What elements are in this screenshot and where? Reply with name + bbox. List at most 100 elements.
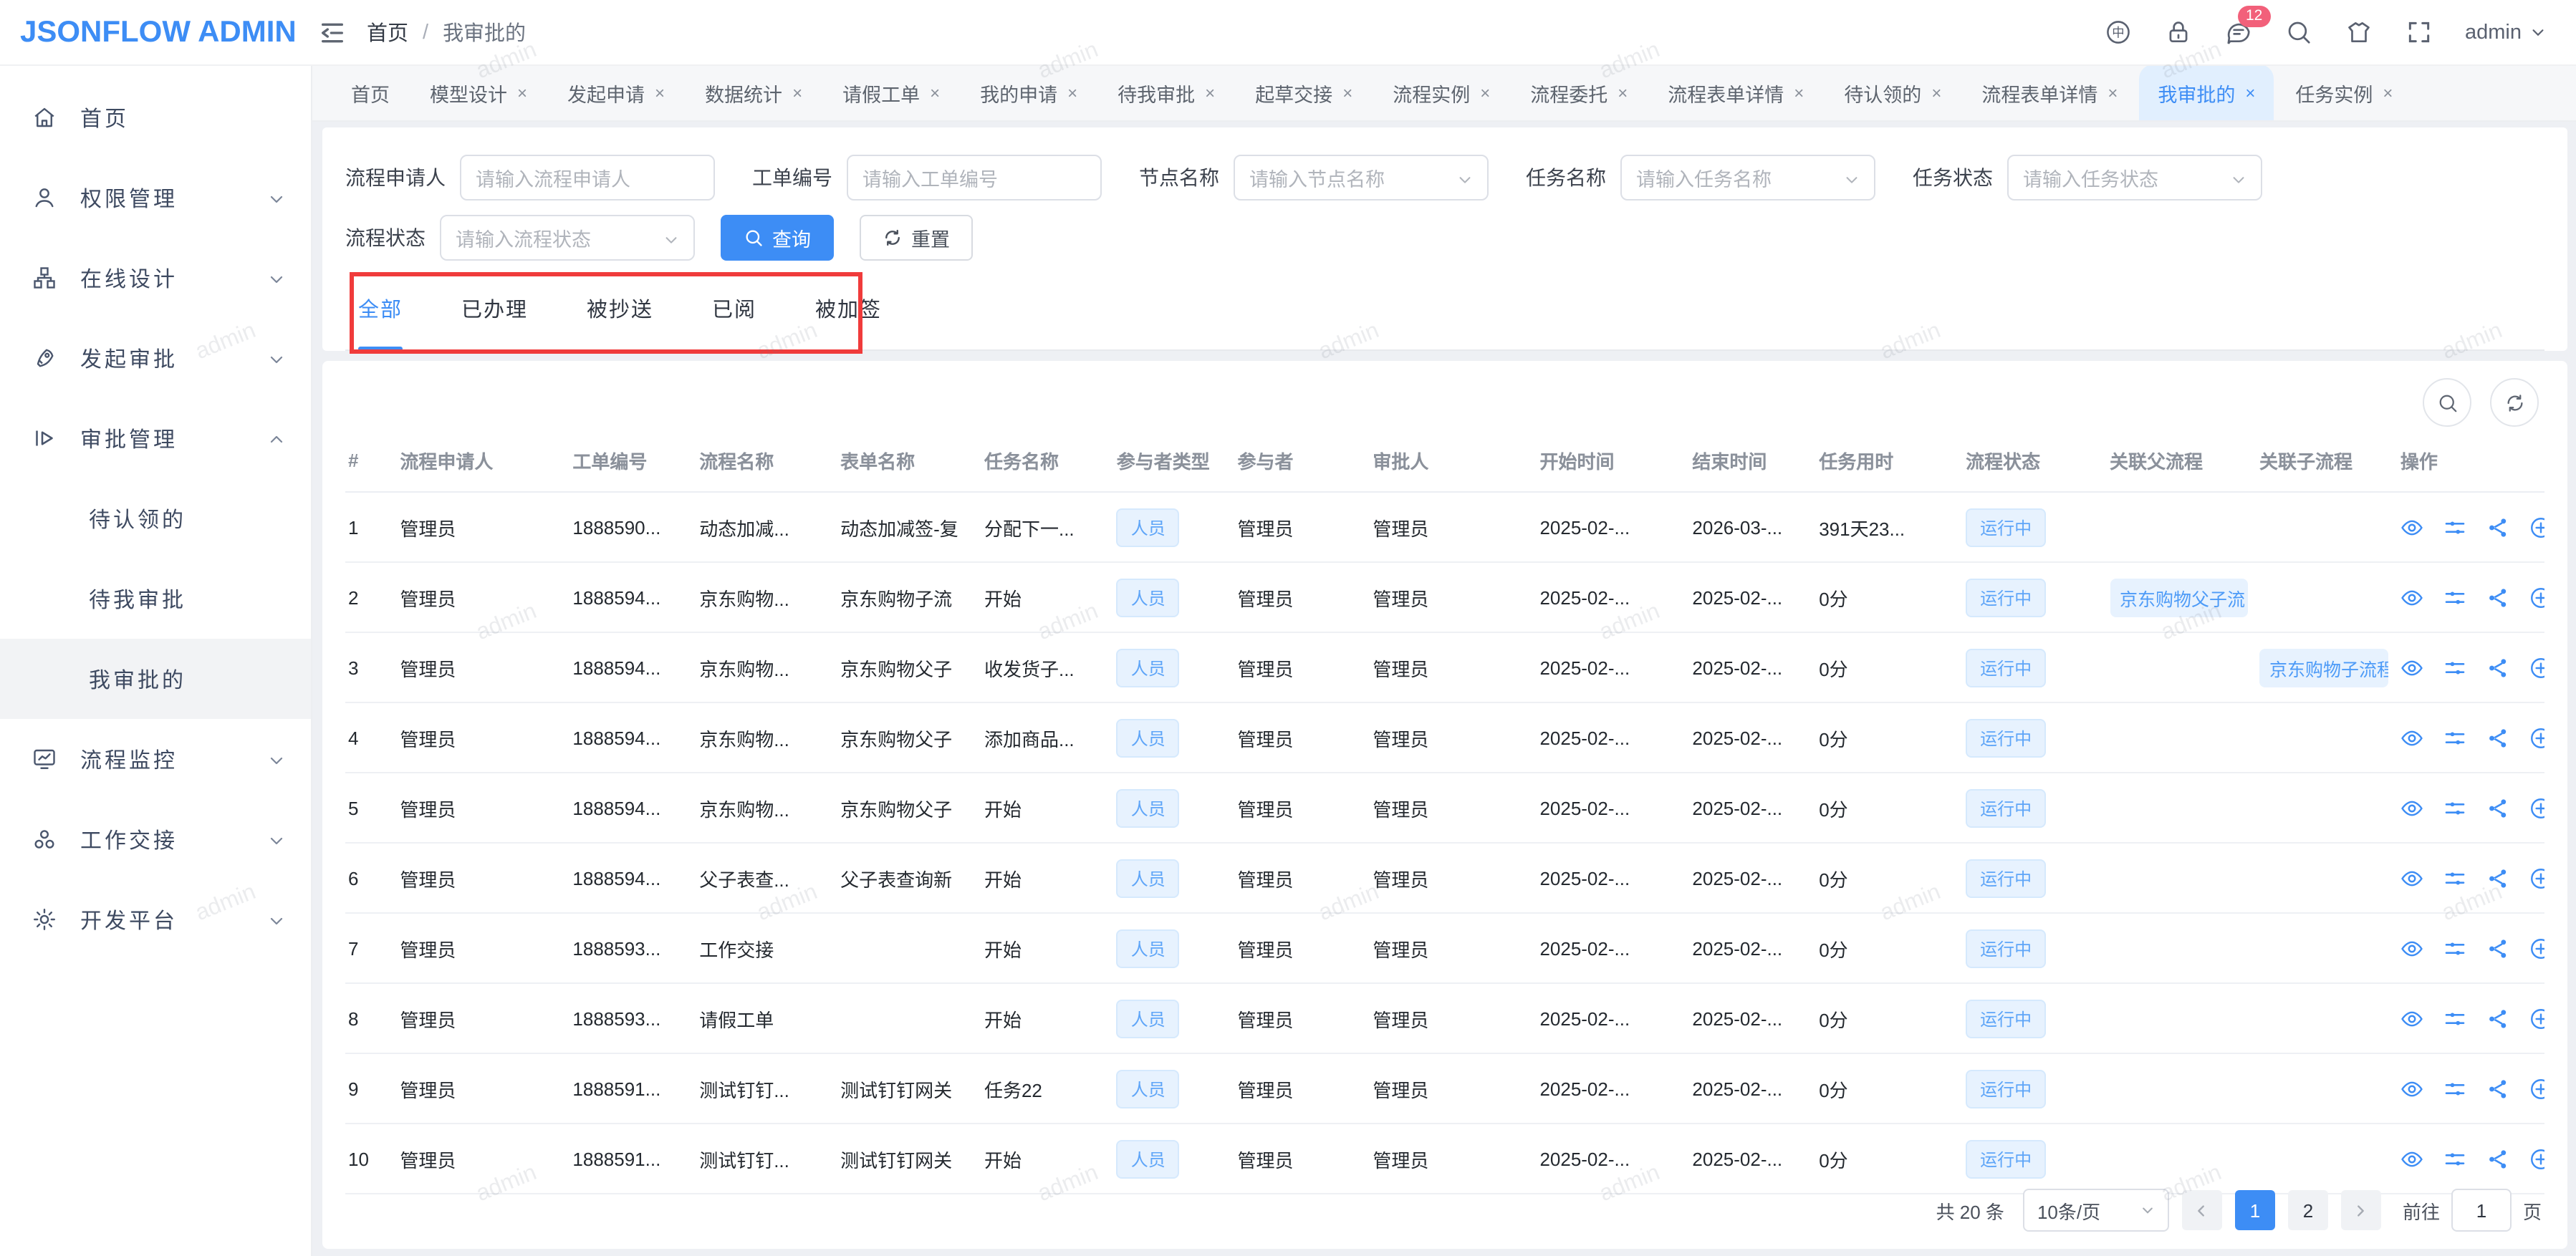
next-page-button[interactable] [2341, 1190, 2381, 1230]
tab-模型设计[interactable]: 模型设计× [411, 66, 546, 120]
view-icon[interactable] [2400, 655, 2425, 680]
prev-page-button[interactable] [2182, 1190, 2222, 1230]
sidebar-item-开发平台[interactable]: 开发平台 [0, 879, 311, 960]
sidebar-subitem-我审批的[interactable]: 我审批的 [0, 639, 311, 719]
tab-close-icon[interactable]: × [1931, 82, 1941, 102]
share-icon[interactable] [2486, 655, 2511, 680]
tab-发起申请[interactable]: 发起申请× [549, 66, 683, 120]
search-icon[interactable] [2284, 19, 2312, 46]
tab-流程表单详情[interactable]: 流程表单详情× [1963, 66, 2136, 120]
settings-icon[interactable] [2443, 1146, 2468, 1171]
filter-tab-已阅[interactable]: 已阅 [712, 293, 756, 323]
share-icon[interactable] [2486, 725, 2511, 750]
tab-数据统计[interactable]: 数据统计× [686, 66, 821, 120]
tab-待我审批[interactable]: 待我审批× [1099, 66, 1234, 120]
page-button-2[interactable]: 2 [2288, 1190, 2328, 1230]
share-icon[interactable] [2486, 1076, 2511, 1101]
tab-流程实例[interactable]: 流程实例× [1374, 66, 1509, 120]
view-icon[interactable] [2400, 725, 2425, 750]
add-icon[interactable] [2529, 936, 2544, 960]
tab-close-icon[interactable]: × [655, 82, 665, 102]
filter-input[interactable]: 请输入流程申请人 [460, 155, 715, 201]
filter-tab-被抄送[interactable]: 被抄送 [587, 293, 653, 323]
table-refresh-button[interactable] [2490, 378, 2539, 427]
view-icon[interactable] [2400, 866, 2425, 890]
view-icon[interactable] [2400, 585, 2425, 609]
share-icon[interactable] [2486, 936, 2511, 960]
add-icon[interactable] [2529, 585, 2544, 609]
add-icon[interactable] [2529, 655, 2544, 680]
share-icon[interactable] [2486, 1006, 2511, 1030]
sidebar-item-审批管理[interactable]: 审批管理 [0, 398, 311, 478]
tab-流程委托[interactable]: 流程委托× [1512, 66, 1646, 120]
settings-icon[interactable] [2443, 936, 2468, 960]
tab-close-icon[interactable]: × [1618, 82, 1628, 102]
view-icon[interactable] [2400, 515, 2425, 539]
tab-首页[interactable]: 首页 [332, 66, 408, 120]
add-icon[interactable] [2529, 1146, 2544, 1171]
settings-icon[interactable] [2443, 725, 2468, 750]
settings-icon[interactable] [2443, 655, 2468, 680]
tab-close-icon[interactable]: × [2108, 82, 2118, 102]
tab-任务实例[interactable]: 任务实例× [2277, 66, 2411, 120]
view-icon[interactable] [2400, 936, 2425, 960]
parent-flow-link[interactable]: 京东购物父子流 [2110, 578, 2248, 617]
add-icon[interactable] [2529, 796, 2544, 820]
tab-我审批的[interactable]: 我审批的× [2139, 66, 2274, 120]
tab-起草交接[interactable]: 起草交接× [1236, 66, 1371, 120]
share-icon[interactable] [2486, 866, 2511, 890]
tab-我的申请[interactable]: 我的申请× [961, 66, 1096, 120]
add-icon[interactable] [2529, 866, 2544, 890]
filter-tab-全部[interactable]: 全部 [358, 293, 403, 323]
add-icon[interactable] [2529, 1076, 2544, 1101]
settings-icon[interactable] [2443, 796, 2468, 820]
lock-icon[interactable] [2164, 19, 2191, 46]
reset-button[interactable]: 重置 [860, 215, 973, 261]
child-flow-link[interactable]: 京东购物子流程 [2259, 648, 2389, 687]
share-icon[interactable] [2486, 796, 2511, 820]
table-search-button[interactable] [2423, 378, 2471, 427]
filter-select[interactable]: 请输入节点名称 [1234, 155, 1489, 201]
sidebar-item-在线设计[interactable]: 在线设计 [0, 238, 311, 318]
theme-icon[interactable] [2345, 19, 2372, 46]
sidebar-item-权限管理[interactable]: 权限管理 [0, 158, 311, 238]
share-icon[interactable] [2486, 1146, 2511, 1171]
sidebar-fold-icon[interactable] [318, 18, 347, 47]
sidebar-subitem-待认领的[interactable]: 待认领的 [0, 478, 311, 559]
sidebar-item-工作交接[interactable]: 工作交接 [0, 799, 311, 879]
user-menu[interactable]: admin [2465, 21, 2546, 44]
message-icon[interactable]: 12 [2224, 19, 2251, 46]
filter-input[interactable]: 请输入工单编号 [847, 155, 1102, 201]
settings-icon[interactable] [2443, 866, 2468, 890]
tab-close-icon[interactable]: × [930, 82, 940, 102]
tab-close-icon[interactable]: × [1205, 82, 1215, 102]
settings-icon[interactable] [2443, 585, 2468, 609]
sidebar-subitem-待我审批[interactable]: 待我审批 [0, 559, 311, 639]
search-button[interactable]: 查询 [721, 215, 834, 261]
filter-select[interactable]: 请输入任务名称 [1620, 155, 1875, 201]
sidebar-item-流程监控[interactable]: 流程监控 [0, 719, 311, 799]
tab-close-icon[interactable]: × [1794, 82, 1804, 102]
view-icon[interactable] [2400, 1146, 2425, 1171]
add-icon[interactable] [2529, 725, 2544, 750]
page-size-select[interactable]: 10条/页 [2023, 1189, 2169, 1232]
sidebar-item-发起审批[interactable]: 发起审批 [0, 318, 311, 398]
fullscreen-icon[interactable] [2405, 19, 2432, 46]
filter-select[interactable]: 请输入流程状态 [440, 215, 695, 261]
settings-icon[interactable] [2443, 515, 2468, 539]
filter-tab-被加签[interactable]: 被加签 [815, 293, 882, 323]
view-icon[interactable] [2400, 1076, 2425, 1101]
tab-待认领的[interactable]: 待认领的× [1825, 66, 1960, 120]
sidebar-item-首页[interactable]: 首页 [0, 77, 311, 158]
breadcrumb-home[interactable]: 首页 [367, 17, 408, 47]
tab-close-icon[interactable]: × [2245, 82, 2255, 102]
tab-close-icon[interactable]: × [517, 82, 527, 102]
view-icon[interactable] [2400, 1006, 2425, 1030]
filter-select[interactable]: 请输入任务状态 [2007, 155, 2262, 201]
tab-close-icon[interactable]: × [1067, 82, 1077, 102]
filter-tab-已办理[interactable]: 已办理 [461, 293, 528, 323]
tab-close-icon[interactable]: × [2383, 82, 2393, 102]
tab-close-icon[interactable]: × [792, 82, 802, 102]
goto-page-input[interactable]: 1 [2451, 1189, 2512, 1232]
tab-流程表单详情[interactable]: 流程表单详情× [1649, 66, 1822, 120]
